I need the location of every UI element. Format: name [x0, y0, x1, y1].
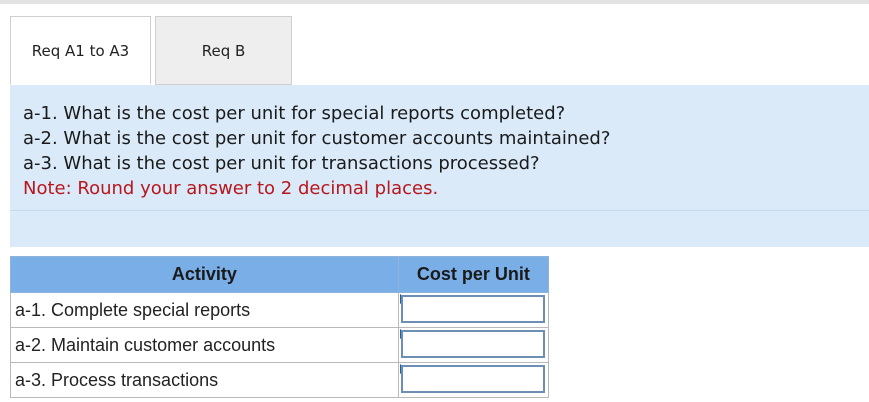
page: Req A1 to A3 Req B a-1. What is the cost…: [0, 0, 869, 402]
cost-input-customer-accounts[interactable]: [400, 330, 545, 358]
question-text: a-1. What is the cost per unit for speci…: [23, 101, 610, 201]
header-activity: Activity: [10, 256, 399, 293]
cost-cell: [397, 362, 550, 398]
row-label-special-reports: a-1. Complete special reports: [10, 292, 399, 328]
tab-req-b[interactable]: Req B: [155, 16, 292, 85]
tab-label: Req A1 to A3: [31, 41, 130, 60]
table-row: a-3. Process transactions: [10, 362, 550, 398]
header-cost-per-unit: Cost per Unit: [397, 256, 550, 293]
rounding-note: Note: Round your answer to 2 decimal pla…: [23, 178, 439, 199]
top-divider: [0, 0, 869, 4]
activity-cost-table: Activity Cost per Unit a-1. Complete spe…: [10, 256, 550, 398]
row-label-transactions: a-3. Process transactions: [10, 362, 399, 398]
panel-divider: [10, 210, 869, 211]
cost-input-transactions[interactable]: [400, 365, 545, 393]
tab-label: Req B: [201, 41, 246, 60]
cost-input-special-reports[interactable]: [400, 295, 545, 323]
cost-cell: [397, 292, 550, 328]
question-line-a3: a-3. What is the cost per unit for trans…: [23, 153, 540, 174]
cost-cell: [397, 327, 550, 363]
table-row: a-1. Complete special reports: [10, 292, 550, 328]
question-panel: a-1. What is the cost per unit for speci…: [10, 85, 869, 247]
table-header-row: Activity Cost per Unit: [10, 256, 550, 293]
tab-req-a1-to-a3[interactable]: Req A1 to A3: [10, 16, 151, 85]
question-line-a1: a-1. What is the cost per unit for speci…: [23, 103, 566, 124]
table-row: a-2. Maintain customer accounts: [10, 327, 550, 363]
question-line-a2: a-2. What is the cost per unit for custo…: [23, 128, 611, 149]
row-label-customer-accounts: a-2. Maintain customer accounts: [10, 327, 399, 363]
